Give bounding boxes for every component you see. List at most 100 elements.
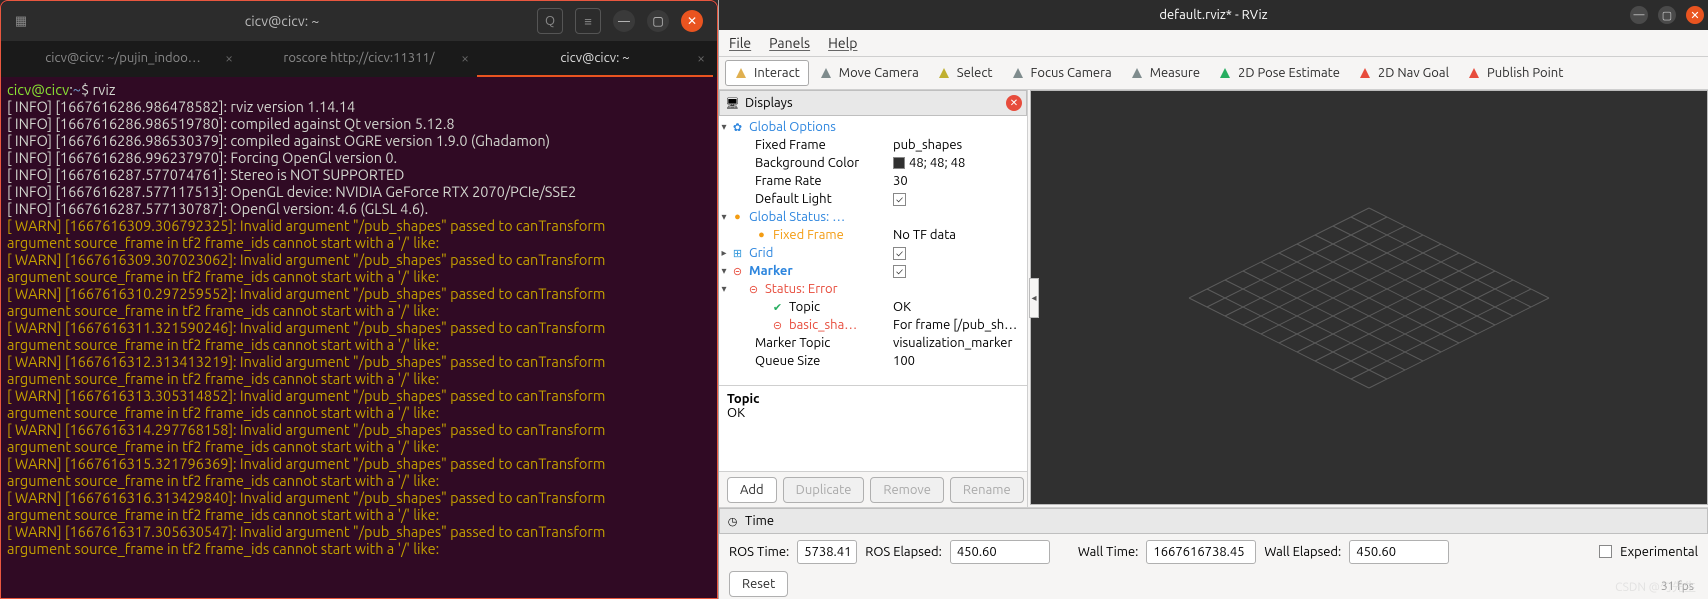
- new-tab-icon[interactable]: ▦: [11, 11, 31, 31]
- tab-close-icon[interactable]: ×: [225, 50, 233, 66]
- tree-item-label[interactable]: Frame Rate: [719, 174, 822, 188]
- tree-item-value[interactable]: visualization_marker: [889, 336, 1027, 350]
- tool-interact[interactable]: Interact: [725, 60, 809, 86]
- tree-item-value[interactable]: pub_shapes: [889, 138, 1027, 152]
- add-button[interactable]: Add: [727, 477, 777, 503]
- maximize-button[interactable]: ▢: [647, 10, 669, 32]
- terminal-body[interactable]: cicv@cicv:~$ rviz [ INFO] [1667616286.98…: [1, 77, 717, 598]
- tab-close-icon[interactable]: ×: [461, 50, 469, 66]
- tree-marker[interactable]: Marker: [749, 264, 793, 278]
- color-swatch: [893, 157, 905, 169]
- tree-item-label[interactable]: Queue Size: [719, 354, 820, 368]
- roselapsed-field[interactable]: 450.60: [950, 540, 1050, 564]
- warn-icon: ●: [755, 229, 768, 242]
- terminal-tab[interactable]: cicv@cicv: ~×: [477, 41, 713, 77]
- tree-item-label[interactable]: basic_sha…: [789, 318, 857, 332]
- toolbar: InteractMove CameraSelectFocus CameraMea…: [719, 56, 1708, 90]
- search-icon[interactable]: Q: [537, 8, 563, 34]
- walltime-field[interactable]: 1667616738.45: [1146, 540, 1256, 564]
- rviz-title: default.rviz* - RViz: [1159, 8, 1267, 22]
- checkbox-icon[interactable]: ✓: [893, 265, 906, 278]
- tool-move-camera[interactable]: Move Camera: [811, 60, 927, 86]
- close-button[interactable]: ✕: [681, 10, 703, 32]
- close-button[interactable]: ✕: [1686, 6, 1704, 24]
- rviz-titlebar: default.rviz* - RViz — ▢ ✕: [719, 0, 1708, 30]
- 3d-viewport[interactable]: ◂: [1030, 90, 1708, 505]
- desc-body: OK: [727, 406, 745, 420]
- panel-close-icon[interactable]: ✕: [1006, 95, 1022, 111]
- tree-global-options[interactable]: Global Options: [749, 120, 836, 134]
- terminal-window: ▦ cicv@cicv: ~ Q ≡ — ▢ ✕ cicv@cicv: ~/pu…: [0, 0, 718, 599]
- description-panel: Topic OK: [719, 385, 1027, 471]
- walltime-label: Wall Time:: [1078, 545, 1139, 559]
- terminal-titlebar: ▦ cicv@cicv: ~ Q ≡ — ▢ ✕: [1, 1, 717, 41]
- tree-item-value[interactable]: 100: [889, 354, 1027, 368]
- tree-item-value: No TF data: [889, 228, 1027, 242]
- menu-panels[interactable]: Panels: [769, 35, 810, 51]
- tree-item-label[interactable]: Fixed Frame: [719, 138, 826, 152]
- time-header[interactable]: ◷ Time: [719, 508, 1708, 534]
- tool-publish-point[interactable]: Publish Point: [1459, 60, 1571, 86]
- tree-item-label[interactable]: Background Color: [719, 156, 859, 170]
- wallelapsed-label: Wall Elapsed:: [1264, 545, 1341, 559]
- tree-item-value[interactable]: 48; 48; 48: [889, 156, 1027, 170]
- tree-item-label[interactable]: Topic: [789, 300, 820, 314]
- reset-button[interactable]: Reset: [729, 571, 788, 597]
- tree-item-label[interactable]: Fixed Frame: [773, 228, 844, 242]
- experimental-label: Experimental: [1620, 545, 1698, 559]
- grid-plane: [1159, 158, 1579, 438]
- error-icon: ⊝: [771, 319, 784, 332]
- terminal-tab[interactable]: cicv@cicv: ~/pujin_indoo…×: [5, 41, 241, 77]
- select-icon: [937, 66, 951, 80]
- tree-status[interactable]: Status: Error: [765, 282, 838, 296]
- maximize-button[interactable]: ▢: [1658, 6, 1676, 24]
- minimize-button[interactable]: —: [613, 10, 635, 32]
- tool-2d-pose-estimate[interactable]: 2D Pose Estimate: [1210, 60, 1348, 86]
- terminal-tab[interactable]: roscore http://cicv:11311/×: [241, 41, 477, 77]
- menu-icon[interactable]: ≡: [575, 8, 601, 34]
- move-icon: [819, 66, 833, 80]
- pin-icon: [1467, 66, 1481, 80]
- tree-global-status[interactable]: Global Status: …: [749, 210, 845, 224]
- duplicate-button: Duplicate: [783, 477, 865, 503]
- menu-bar: File Panels Help: [719, 30, 1708, 56]
- tool-measure[interactable]: Measure: [1122, 60, 1208, 86]
- terminal-title: cicv@cicv: ~: [33, 13, 531, 29]
- displays-header[interactable]: 🖥 Displays ✕: [719, 90, 1027, 116]
- tree-item-label[interactable]: Default Light: [719, 192, 832, 206]
- tree-item-value[interactable]: 30: [889, 174, 1027, 188]
- tree-item-value[interactable]: ✓: [889, 265, 1027, 278]
- tab-close-icon[interactable]: ×: [697, 50, 705, 66]
- arrow-icon: [1358, 66, 1372, 80]
- tree-item-value[interactable]: ✓: [889, 193, 1027, 206]
- tool-select[interactable]: Select: [929, 60, 1001, 86]
- rename-button: Rename: [950, 477, 1024, 503]
- arrow-icon: [1218, 66, 1232, 80]
- tool-2d-nav-goal[interactable]: 2D Nav Goal: [1350, 60, 1457, 86]
- tree-item-label[interactable]: Marker Topic: [719, 336, 830, 350]
- tree-item-value: For frame [/pub_sh…: [889, 318, 1027, 332]
- menu-help[interactable]: Help: [828, 35, 857, 51]
- experimental-checkbox[interactable]: [1599, 545, 1612, 558]
- checkbox-icon[interactable]: ✓: [893, 247, 906, 260]
- tree-item-value: OK: [889, 300, 1027, 314]
- checkbox-icon[interactable]: ✓: [893, 193, 906, 206]
- time-panel: ◷ Time ROS Time: 5738.41 ROS Elapsed: 45…: [719, 507, 1708, 569]
- rostime-field[interactable]: 5738.41: [797, 540, 857, 564]
- displays-panel: 🖥 Displays ✕ ▾✿Global Options Fixed Fram…: [719, 90, 1028, 507]
- tool-focus-camera[interactable]: Focus Camera: [1003, 60, 1120, 86]
- splitter-handle[interactable]: ◂: [1029, 278, 1039, 318]
- minimize-button[interactable]: —: [1630, 6, 1648, 24]
- error-icon: ⊝: [747, 283, 760, 296]
- grid-icon: ⊞: [731, 247, 744, 260]
- watermark: CSDN @勺先生: [1615, 578, 1696, 595]
- wallelapsed-field[interactable]: 450.60: [1349, 540, 1449, 564]
- hand-icon: [734, 66, 748, 80]
- warn-icon: ●: [731, 211, 744, 224]
- tree-grid[interactable]: Grid: [749, 246, 773, 260]
- displays-tree[interactable]: ▾✿Global Options Fixed Framepub_shapes B…: [719, 116, 1027, 385]
- remove-button: Remove: [870, 477, 944, 503]
- error-icon: ⊝: [731, 265, 744, 278]
- tree-item-value[interactable]: ✓: [889, 247, 1027, 260]
- menu-file[interactable]: File: [729, 35, 751, 51]
